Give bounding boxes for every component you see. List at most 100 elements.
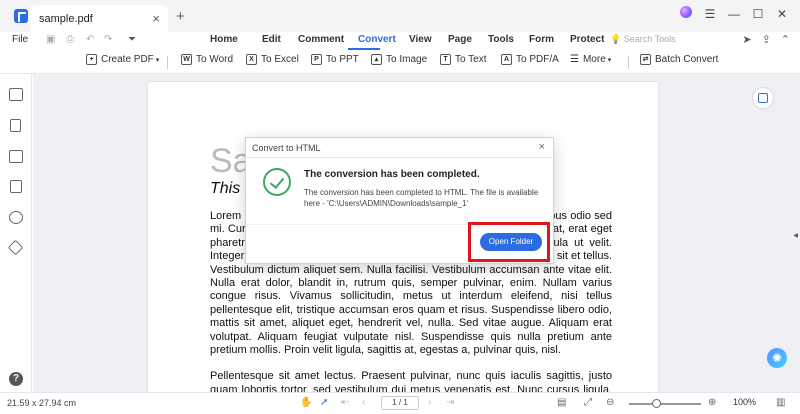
to-ppt-button[interactable]: P To PPT (311, 54, 359, 65)
convert-toolbar: + Create PDF ▾ W To Word X To Excel P To… (0, 50, 800, 74)
convert-float-icon[interactable] (753, 88, 773, 108)
excel-icon: X (246, 54, 257, 65)
dialog-close-icon[interactable]: × (539, 141, 545, 153)
pdfa-icon: A (501, 54, 512, 65)
fit-page-icon[interactable]: ⤢ (584, 397, 592, 408)
more-icon: ☰ (570, 54, 579, 65)
create-pdf-button[interactable]: + Create PDF ▾ (86, 54, 159, 65)
toolbar-divider (628, 56, 629, 69)
help-icon[interactable]: ? (9, 372, 23, 386)
last-page-icon[interactable]: ⇥ (446, 397, 454, 408)
to-image-label: To Image (386, 54, 428, 65)
close-window-icon[interactable]: ✕ (770, 7, 794, 21)
more-button[interactable]: ☰ More ▾ (570, 54, 611, 65)
collapse-right-icon[interactable]: ◀ (793, 232, 798, 239)
print-icon[interactable]: ⎙ (66, 34, 74, 45)
zoom-in-icon[interactable]: ⊕ (708, 397, 716, 408)
page-layout-icon[interactable]: ▤ (557, 397, 566, 408)
expand-icon[interactable]: ⌃ (781, 33, 790, 46)
hand-tool-icon[interactable]: ✋ (300, 397, 312, 408)
to-word-button[interactable]: W To Word (181, 54, 233, 65)
comment-icon[interactable] (9, 150, 23, 163)
to-text-button[interactable]: T To Text (440, 54, 487, 65)
search-icon[interactable] (9, 211, 23, 224)
ai-assistant-icon[interactable]: ✺ (767, 348, 787, 368)
thumbnails-icon[interactable] (9, 88, 23, 101)
search-tools[interactable]: 💡 Search Tools (610, 34, 676, 45)
menu-file[interactable]: File (12, 34, 28, 45)
tab-edit[interactable]: Edit (262, 34, 298, 45)
tab-page[interactable]: Page (448, 34, 488, 45)
window-controls: ☰ — ☐ ✕ (674, 6, 794, 21)
send-icon[interactable]: ➤ (742, 33, 751, 46)
next-page-icon[interactable]: › (428, 397, 431, 408)
more-label: More (582, 54, 606, 65)
avatar[interactable] (674, 6, 698, 21)
word-icon: W (181, 54, 192, 65)
document-tab[interactable]: sample.pdf × (30, 5, 168, 32)
page-dimensions: 21.59 x 27.94 cm (7, 398, 77, 408)
first-page-icon[interactable]: ⇤ (341, 397, 349, 408)
minimize-icon[interactable]: — (722, 7, 746, 21)
chevron-down-icon: ▾ (607, 56, 612, 64)
menu-tabs: Home Edit Comment Convert View Page Tool… (210, 34, 620, 45)
maximize-icon[interactable]: ☐ (746, 7, 770, 21)
bookmark-icon[interactable] (10, 119, 21, 132)
prev-page-icon[interactable]: ‹ (362, 397, 365, 408)
status-bar: 21.59 x 27.94 cm ✋ ➚ ⇤ ‹ 1 / 1 › ⇥ ▤ ⤢ ⊖… (0, 392, 800, 414)
app-logo-icon (14, 9, 28, 23)
new-tab-icon[interactable]: + (176, 8, 185, 25)
to-ppt-label: To PPT (326, 54, 359, 65)
attachment-icon[interactable] (10, 180, 22, 193)
dialog-header: Convert to HTML (246, 138, 553, 158)
tab-tools[interactable]: Tools (488, 34, 529, 45)
zoom-out-icon[interactable]: ⊖ (606, 397, 614, 408)
search-tools-placeholder: Search Tools (623, 34, 676, 44)
dialog-title: Convert to HTML (252, 142, 321, 153)
batch-convert-label: Batch Convert (655, 54, 719, 65)
tab-form[interactable]: Form (529, 34, 570, 45)
batch-convert-button[interactable]: ⇄ Batch Convert (640, 54, 718, 65)
left-sidebar: ? (0, 74, 32, 392)
quick-access-dropdown-icon[interactable]: ⏷ (128, 34, 136, 45)
page-number-field[interactable]: 1 / 1 (381, 396, 419, 410)
undo-icon[interactable]: ↶ (86, 34, 94, 45)
zoom-level[interactable]: 100% (733, 397, 756, 407)
toolbar-divider (167, 56, 168, 69)
ppt-icon: P (311, 54, 322, 65)
redo-icon[interactable]: ↷ (104, 34, 112, 45)
save-icon[interactable]: ▣ (46, 34, 55, 45)
tab-home[interactable]: Home (210, 34, 262, 45)
tab-close-icon[interactable]: × (152, 11, 160, 26)
to-pdfa-button[interactable]: A To PDF/A (501, 54, 559, 65)
upload-cloud-icon[interactable]: ⇪ (762, 33, 771, 46)
dialog-heading: The conversion has been completed. (304, 169, 480, 180)
highlight-box (468, 222, 550, 262)
title-bar: sample.pdf × + ☰ — ☐ ✕ (0, 0, 800, 32)
text-icon: T (440, 54, 451, 65)
success-check-icon (263, 168, 291, 196)
tab-convert[interactable]: Convert (358, 34, 409, 45)
view-mode-icon[interactable]: ▥ (776, 397, 785, 408)
to-image-button[interactable]: ▴ To Image (371, 54, 427, 65)
hamburger-menu-icon[interactable]: ☰ (698, 7, 722, 21)
batch-convert-icon: ⇄ (640, 54, 651, 65)
to-excel-button[interactable]: X To Excel (246, 54, 299, 65)
select-tool-icon[interactable]: ➚ (320, 397, 328, 408)
menu-bar: File ▣ ⎙ ↶ ↷ ⏷ Home Edit Comment Convert… (0, 32, 800, 50)
image-icon: ▴ (371, 54, 382, 65)
to-text-label: To Text (455, 54, 487, 65)
zoom-slider-handle[interactable] (652, 399, 661, 408)
tab-view[interactable]: View (409, 34, 448, 45)
to-pdfa-label: To PDF/A (516, 54, 559, 65)
lightbulb-icon: 💡 (610, 34, 622, 44)
to-word-label: To Word (196, 54, 234, 65)
layers-icon[interactable] (7, 239, 24, 256)
chevron-down-icon: ▾ (155, 56, 160, 64)
create-pdf-label: Create PDF (101, 54, 154, 65)
to-excel-label: To Excel (261, 54, 299, 65)
dialog-message: The conversion has been completed to HTM… (304, 188, 539, 208)
zoom-slider[interactable] (629, 403, 701, 405)
tab-comment[interactable]: Comment (298, 34, 358, 45)
document-tab-label: sample.pdf (39, 12, 93, 25)
